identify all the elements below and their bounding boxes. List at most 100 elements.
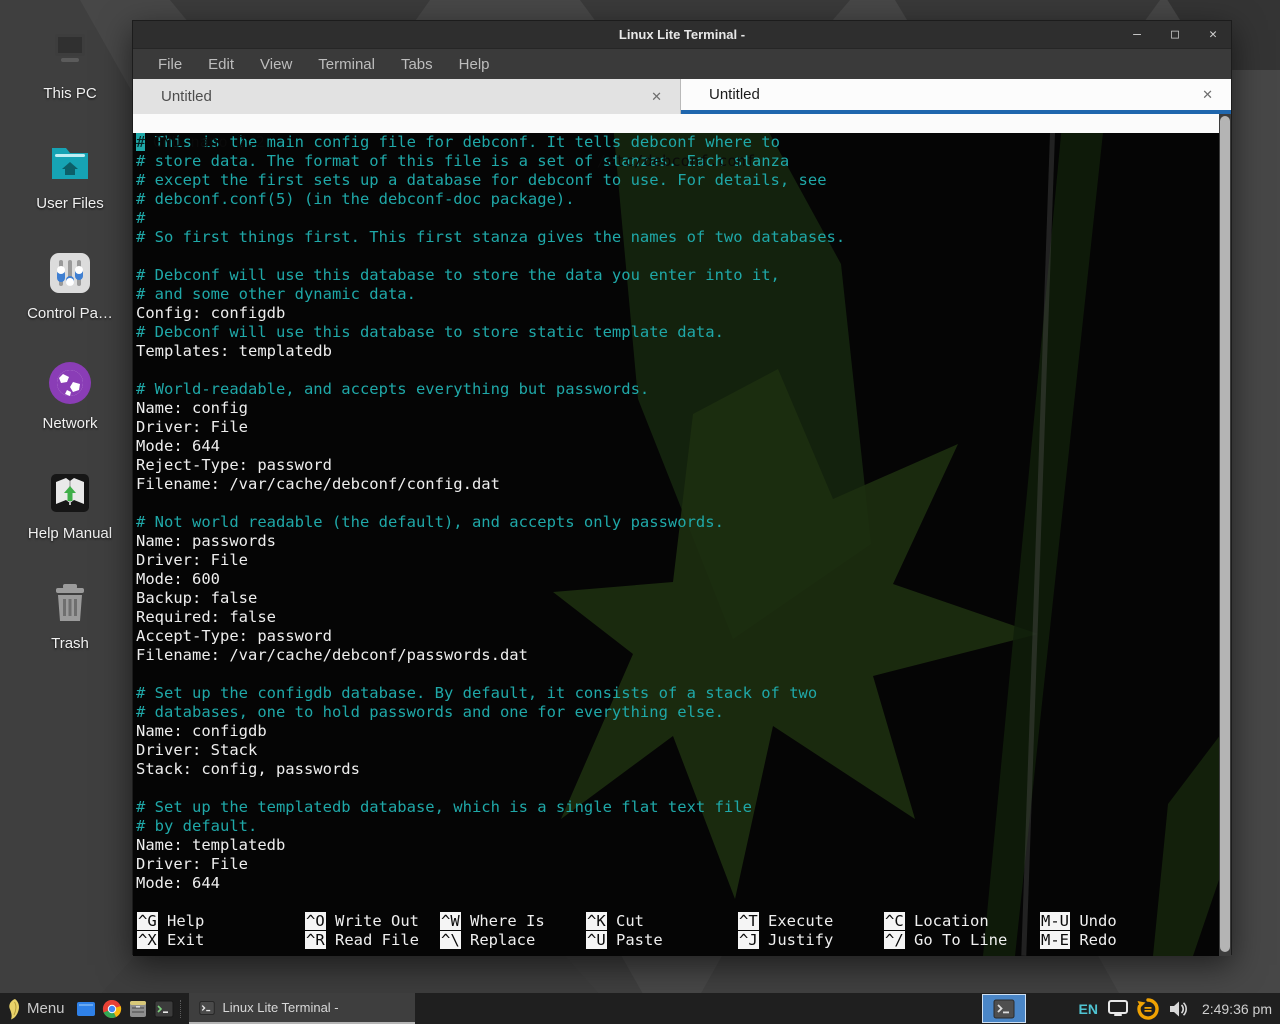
menu-tabs[interactable]: Tabs	[390, 52, 444, 77]
terminal-line: Name: passwords	[133, 532, 1219, 551]
terminal-line	[133, 247, 1219, 266]
nano-shortcut-key: ^W	[440, 912, 461, 930]
taskbar-window-button[interactable]: Linux Lite Terminal -	[189, 993, 415, 1024]
desktop-icon-help-manual[interactable]: Help Manual	[6, 466, 134, 576]
chrome-browser-icon[interactable]	[99, 993, 125, 1024]
update-notifier-icon[interactable]	[1136, 997, 1160, 1021]
terminal-launcher-icon[interactable]	[151, 993, 177, 1024]
start-menu-button[interactable]: Menu	[0, 993, 73, 1024]
home-folder-icon	[43, 136, 97, 190]
desktop-icon-trash[interactable]: Trash	[6, 576, 134, 686]
terminal-line: # Not world readable (the default), and …	[133, 513, 1219, 532]
nano-shortcut-key: ^U	[586, 931, 607, 949]
close-button[interactable]: ✕	[1205, 27, 1221, 42]
menu-view[interactable]: View	[249, 52, 303, 77]
nano-shortcut-key: M-E	[1040, 931, 1070, 949]
desktop-icon-label: Control Pa…	[27, 305, 113, 322]
terminal-pane[interactable]: GNU nano 7.2 /etc/debconf.conf # This is…	[133, 114, 1231, 956]
nano-shortcut: ^G Help	[137, 912, 204, 931]
terminal-line: # World-readable, and accepts everything…	[133, 380, 1219, 399]
linux-lite-logo-icon	[6, 998, 21, 1020]
wallpaper-shape	[700, 950, 1120, 995]
terminal-line: Driver: File	[133, 418, 1219, 437]
window-titlebar[interactable]: Linux Lite Terminal - – □ ✕	[133, 21, 1231, 48]
terminal-line: Mode: 644	[133, 874, 1219, 893]
menu-bar: File Edit View Terminal Tabs Help	[133, 48, 1231, 79]
terminal-line: Driver: Stack	[133, 741, 1219, 760]
tab-untitled-1[interactable]: Untitled ✕	[133, 79, 681, 114]
terminal-line	[133, 361, 1219, 380]
desktop-icon-this-pc[interactable]: This PC	[6, 26, 134, 136]
menu-help[interactable]: Help	[448, 52, 501, 77]
tab-close-icon[interactable]: ✕	[651, 89, 662, 105]
desktop-icon-label: Help Manual	[28, 525, 112, 542]
desktop-icon-label: User Files	[36, 195, 104, 212]
terminal-line: # Set up the templatedb database, which …	[133, 798, 1219, 817]
nano-shortcut: ^R Read File	[305, 931, 419, 950]
minimize-button[interactable]: –	[1129, 27, 1145, 42]
terminal-tray-icon	[993, 999, 1015, 1019]
tab-untitled-2[interactable]: Untitled ✕	[681, 79, 1231, 114]
nano-shortcut: M-U Undo	[1040, 912, 1117, 931]
terminal-line: # by default.	[133, 817, 1219, 836]
terminal-line: Backup: false	[133, 589, 1219, 608]
clock[interactable]: 2:49:36 pm	[1202, 1001, 1272, 1017]
terminal-line: # This is the main config file for debco…	[133, 133, 1219, 152]
window-title: Linux Lite Terminal -	[133, 27, 1231, 42]
nano-shortcut: ^T Execute	[738, 912, 833, 931]
terminal-line: Reject-Type: password	[133, 456, 1219, 475]
taskbar-window-label: Linux Lite Terminal -	[223, 1000, 339, 1015]
terminal-line: Filename: /var/cache/debconf/passwords.d…	[133, 646, 1219, 665]
nano-shortcut: ^W Where Is	[440, 912, 545, 931]
terminal-scrollbar[interactable]	[1219, 114, 1231, 956]
terminal-line: Required: false	[133, 608, 1219, 627]
nano-shortcut-key: ^\	[440, 931, 461, 949]
panel-separator	[180, 1000, 186, 1018]
terminal-line: # Debconf will use this database to stor…	[133, 323, 1219, 342]
taskbar: Menu Linux Lite Terminal - EN 2:49:36 pm	[0, 993, 1280, 1024]
terminal-line: # databases, one to hold passwords and o…	[133, 703, 1219, 722]
maximize-button[interactable]: □	[1167, 27, 1183, 42]
nano-shortcut: ^O Write Out	[305, 912, 419, 931]
archive-manager-icon[interactable]	[125, 993, 151, 1024]
terminal-line	[133, 665, 1219, 684]
terminal-line	[133, 494, 1219, 513]
nano-shortcut-key: ^O	[305, 912, 326, 930]
nano-shortcut-key: ^/	[884, 931, 905, 949]
tray-terminal-selected[interactable]	[982, 994, 1026, 1023]
desktop-icon-control-panel[interactable]: Control Pa…	[6, 246, 134, 356]
file-manager-icon[interactable]	[73, 993, 99, 1024]
terminal-line: Driver: File	[133, 551, 1219, 570]
tab-bar: Untitled ✕ Untitled ✕	[133, 79, 1231, 114]
terminal-line: Filename: /var/cache/debconf/config.dat	[133, 475, 1219, 494]
desktop-icon-list: This PC User Files Control Pa… Network H…	[6, 26, 134, 686]
nano-shortcut: ^J Justify	[738, 931, 833, 950]
nano-shortcut: M-E Redo	[1040, 931, 1117, 950]
terminal-line: Mode: 600	[133, 570, 1219, 589]
nano-shortcut: ^C Location	[884, 912, 989, 931]
desktop-icon-network[interactable]: Network	[6, 356, 134, 466]
terminal-line: #	[133, 209, 1219, 228]
desktop-icon-user-files[interactable]: User Files	[6, 136, 134, 246]
terminal-line: Templates: templatedb	[133, 342, 1219, 361]
menu-file[interactable]: File	[147, 52, 193, 77]
desktop-icon-label: Network	[42, 415, 97, 432]
terminal-line: Name: templatedb	[133, 836, 1219, 855]
terminal-line: Driver: File	[133, 855, 1219, 874]
display-settings-icon[interactable]	[1108, 1000, 1128, 1017]
nano-shortcut-key: ^T	[738, 912, 759, 930]
tab-close-icon[interactable]: ✕	[1202, 87, 1213, 103]
terminal-line: Name: configdb	[133, 722, 1219, 741]
menu-edit[interactable]: Edit	[197, 52, 245, 77]
scrollbar-thumb[interactable]	[1220, 116, 1230, 952]
nano-shortcut-key: ^G	[137, 912, 158, 930]
start-menu-label: Menu	[27, 1000, 65, 1017]
keyboard-layout-indicator[interactable]: EN	[1078, 1001, 1097, 1017]
nano-version: GNU nano 7.2	[153, 133, 265, 152]
globe-icon	[43, 356, 97, 410]
menu-terminal[interactable]: Terminal	[307, 52, 386, 77]
volume-icon[interactable]	[1168, 1000, 1188, 1018]
wallpaper-shape	[100, 950, 600, 995]
tab-label: Untitled	[133, 88, 212, 105]
sliders-icon	[43, 246, 97, 300]
